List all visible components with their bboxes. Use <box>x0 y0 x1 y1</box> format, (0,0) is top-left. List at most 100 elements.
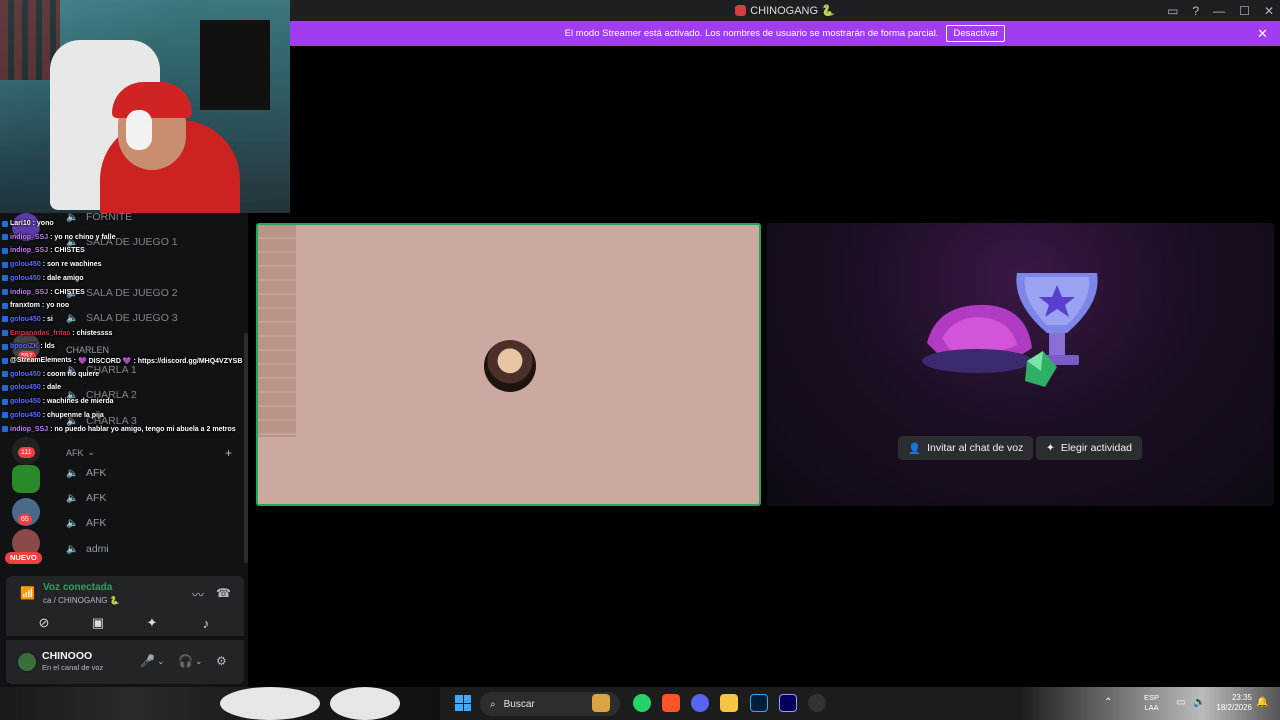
category-afk[interactable]: AFK ⌄ + <box>66 446 236 460</box>
chat-username: indiop_SSJ <box>10 425 49 433</box>
chat-message: golou450: dale amigo <box>2 272 84 285</box>
chat-username: golou450 <box>10 384 41 392</box>
chevron-up-icon[interactable]: ⌃ <box>1104 697 1112 708</box>
chat-message: golou450: coom no quiere <box>2 368 99 381</box>
chat-text: : si <box>42 315 53 323</box>
chat-username: indiop_SSJ <box>10 233 49 241</box>
obs-icon[interactable] <box>808 694 826 712</box>
avatar[interactable] <box>16 651 38 673</box>
file-explorer-icon[interactable] <box>720 694 738 712</box>
chat-text: : coom no quiere <box>42 370 100 378</box>
chat-text: : CHISTES <box>50 247 85 255</box>
disable-streamer-button[interactable]: Desactivar <box>946 25 1006 42</box>
start-button[interactable] <box>455 695 471 711</box>
server-icon <box>735 5 747 16</box>
speaker-icon: 🔈 <box>66 312 79 324</box>
choose-activity-button[interactable]: ✦ Elegir actividad <box>1036 436 1143 460</box>
clock[interactable]: 23:35 18/2/2026 <box>1210 693 1252 713</box>
server-icon-4[interactable] <box>12 465 40 493</box>
camera-off-icon[interactable]: ⊘ <box>20 612 68 634</box>
chat-message: indiop_SSJ: no puedo hablar yo amigo, te… <box>2 423 236 436</box>
noise-suppression-icon[interactable]: 〰 <box>192 586 204 603</box>
whatsapp-icon[interactable] <box>633 694 651 712</box>
chat-text: : yono <box>32 220 54 227</box>
signal-icon[interactable]: 📶 <box>20 586 35 600</box>
chat-text: : chupenme la pija <box>42 411 104 419</box>
chat-message: bpoolZK: lds <box>2 340 55 353</box>
banner-text: El modo Streamer está activado. Los nomb… <box>564 28 939 39</box>
speaker-icon: 🔈 <box>66 211 79 223</box>
minimize-button[interactable]: — <box>1213 4 1225 18</box>
chat-username: golou450 <box>10 315 41 323</box>
chat-username: bpoolZK <box>10 343 39 351</box>
participant-tile[interactable] <box>256 223 761 506</box>
network-icon[interactable]: ▭ <box>1176 697 1185 708</box>
inbox-icon[interactable]: ▭ <box>1167 4 1178 18</box>
widget-icon[interactable] <box>592 694 610 712</box>
headphones-icon[interactable]: 🎧 <box>178 654 193 668</box>
invite-voice-button[interactable]: 👤 Invitar al chat de voz <box>898 436 1034 460</box>
notification-icon[interactable]: 🔔 <box>1256 697 1268 708</box>
photoshop-icon[interactable] <box>750 694 768 712</box>
voice-channel[interactable]: 🔈 AFK <box>66 462 106 484</box>
premiere-icon[interactable] <box>779 694 797 712</box>
unread-badge: 111 <box>18 447 35 458</box>
speaker-icon: 🔈 <box>66 517 79 529</box>
chevron-down-icon[interactable]: ⌄ <box>157 656 165 667</box>
activity-tile <box>767 223 1274 506</box>
voice-channel-path[interactable]: ca / CHINOGANG 🐍 <box>43 596 120 605</box>
voice-channel[interactable]: 🔈 FORNITE <box>66 206 132 228</box>
activities-icon[interactable]: ✦ <box>128 612 176 634</box>
microphone-icon[interactable]: 🎤 <box>140 654 155 668</box>
voice-channel[interactable]: 🔈 AFK <box>66 512 106 534</box>
activities-icon: ✦ <box>1046 442 1055 454</box>
disconnect-icon[interactable]: ☎ <box>216 586 231 600</box>
new-badge: NUEVO <box>5 552 42 564</box>
brave-icon[interactable] <box>662 694 680 712</box>
volume-icon[interactable]: 🔊 <box>1193 697 1205 708</box>
chat-message: golou450: wachines de mierda <box>2 395 114 408</box>
sidebar-scrollbar[interactable] <box>244 333 248 563</box>
discord-icon[interactable] <box>691 694 709 712</box>
chevron-down-icon[interactable]: ⌄ <box>195 656 203 667</box>
close-window-button[interactable]: ✕ <box>1264 4 1274 18</box>
chat-text: : dale amigo <box>42 274 84 282</box>
streamer-mode-banner: El modo Streamer está activado. Los nomb… <box>290 21 1280 46</box>
voice-channel[interactable]: 🔈 AFK <box>66 487 106 509</box>
screen-share-icon[interactable]: ▣ <box>74 612 122 634</box>
platform-icon <box>2 412 8 419</box>
chat-username: indiop_SSJ <box>10 247 49 255</box>
close-icon[interactable]: ✕ <box>1257 26 1268 42</box>
chat-message: Empanadas_fritas: chistessss <box>2 327 112 340</box>
participant-avatar[interactable] <box>484 340 536 392</box>
user-status: En el canal de voz <box>42 663 104 672</box>
chat-message: golou450: son re wachines <box>2 258 101 271</box>
soundboard-icon[interactable]: ♪ <box>182 612 230 634</box>
speaker-icon: 🔈 <box>66 467 79 479</box>
platform-icon <box>2 302 8 309</box>
taskbar-left-area <box>0 687 440 720</box>
language-indicator[interactable]: ESP LAA <box>1144 693 1159 713</box>
chat-username: golou450 <box>10 274 41 282</box>
window-title-text: CHINOGANG 🐍 <box>750 5 835 17</box>
platform-icon <box>2 343 8 350</box>
chat-message: golou450: chupenme la pija <box>2 409 104 422</box>
gear-icon[interactable]: ⚙ <box>216 654 227 668</box>
platform-icon <box>2 220 8 227</box>
chat-username: franxtom <box>10 302 40 310</box>
chat-username: golou450 <box>10 398 41 406</box>
chevron-down-icon: ⌄ <box>87 447 96 457</box>
activity-illustration <box>922 273 1098 387</box>
maximize-button[interactable]: ☐ <box>1239 4 1250 18</box>
chat-message: @StreamElements: 💜 DISCORD 💜 : https://d… <box>2 354 242 367</box>
chat-message: indiop_SSJ: CHISTES <box>2 286 85 299</box>
chat-message: Lari10: yono <box>2 217 54 230</box>
add-channel-icon[interactable]: + <box>225 446 232 460</box>
taskbar-shape <box>220 687 320 720</box>
chat-text: : dale <box>42 384 62 392</box>
chat-text: : CHISTES <box>50 288 85 296</box>
platform-icon <box>2 371 8 378</box>
voice-channel[interactable]: 🔈 admi <box>66 538 109 560</box>
help-icon[interactable]: ? <box>1192 4 1199 18</box>
chat-message: golou450: si <box>2 313 53 326</box>
